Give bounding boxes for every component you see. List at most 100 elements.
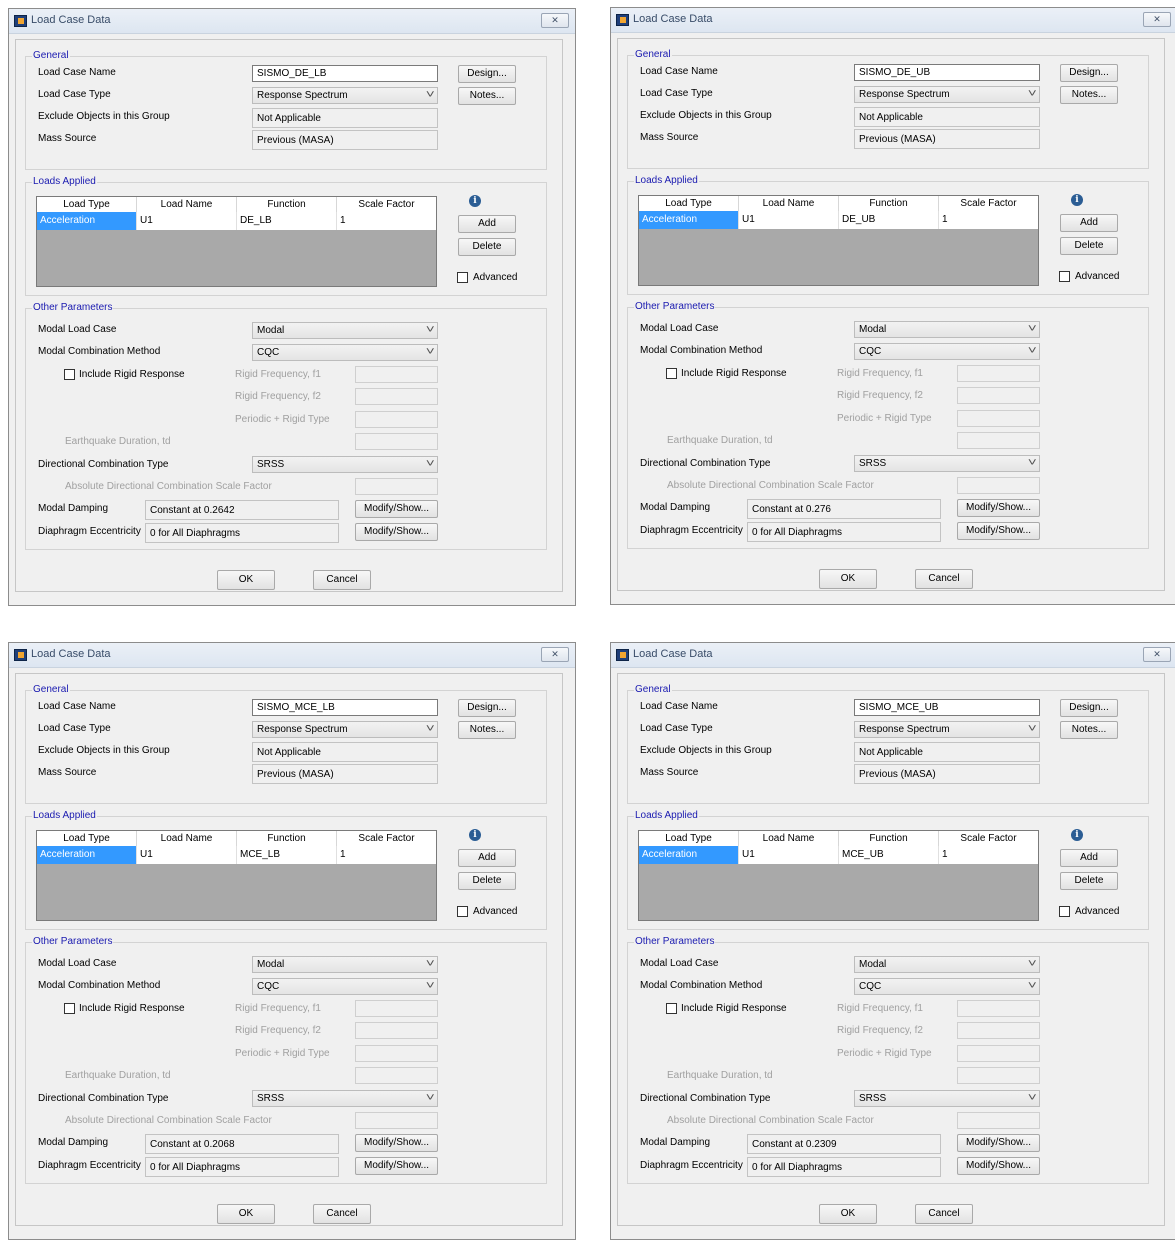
load-case-type-select[interactable]: Response Spectrum ˅ (854, 86, 1040, 103)
diaphragm-modify-button[interactable]: Modify/Show... (957, 1157, 1040, 1175)
include-rigid-checkbox[interactable] (666, 368, 677, 379)
ok-button[interactable]: OK (819, 569, 877, 589)
info-icon[interactable]: i (469, 195, 481, 207)
add-button[interactable]: Add (1060, 849, 1118, 867)
modal-load-case-select[interactable]: Modal ˅ (252, 322, 438, 339)
modal-load-case-select[interactable]: Modal ˅ (854, 321, 1040, 338)
modal-combination-select[interactable]: CQC ˅ (252, 344, 438, 361)
cell-load-type[interactable]: Acceleration (37, 212, 137, 230)
close-button[interactable]: ✕ (541, 647, 569, 662)
cell-scale-factor[interactable]: 1 (337, 846, 436, 864)
cell-scale-factor[interactable]: 1 (939, 211, 1038, 229)
close-button[interactable]: ✕ (1143, 12, 1171, 27)
design-button[interactable]: Design... (458, 699, 516, 717)
directional-combination-select[interactable]: SRSS ˅ (252, 1090, 438, 1107)
cell-load-type[interactable]: Acceleration (639, 211, 739, 229)
modal-damping-modify-button[interactable]: Modify/Show... (957, 499, 1040, 517)
info-icon[interactable]: i (1071, 829, 1083, 841)
modal-combination-select[interactable]: CQC ˅ (854, 978, 1040, 995)
delete-button[interactable]: Delete (1060, 872, 1118, 890)
load-case-name-input[interactable]: SISMO_DE_UB (854, 64, 1040, 81)
chevron-down-icon: ˅ (425, 89, 435, 101)
directional-combination-select[interactable]: SRSS ˅ (854, 1090, 1040, 1107)
close-button[interactable]: ✕ (541, 13, 569, 28)
cancel-button[interactable]: Cancel (915, 1204, 973, 1224)
notes-button[interactable]: Notes... (458, 87, 516, 105)
delete-button[interactable]: Delete (1060, 237, 1118, 255)
table-row[interactable]: Acceleration U1 DE_LB 1 (37, 212, 436, 230)
info-icon[interactable]: i (469, 829, 481, 841)
earthquake-duration-field (957, 1067, 1040, 1084)
column-header-load-type: Load Type (639, 831, 739, 846)
include-rigid-checkbox[interactable] (666, 1003, 677, 1014)
add-button[interactable]: Add (458, 215, 516, 233)
cell-scale-factor[interactable]: 1 (939, 846, 1038, 864)
modal-combination-select[interactable]: CQC ˅ (854, 343, 1040, 360)
design-button[interactable]: Design... (458, 65, 516, 83)
cell-load-name[interactable]: U1 (137, 212, 237, 230)
advanced-checkbox[interactable] (1059, 271, 1070, 282)
diaphragm-modify-button[interactable]: Modify/Show... (355, 523, 438, 541)
notes-button[interactable]: Notes... (458, 721, 516, 739)
design-button[interactable]: Design... (1060, 699, 1118, 717)
table-row[interactable]: Acceleration U1 MCE_LB 1 (37, 846, 436, 864)
mass-source-field: Previous (MASA) (252, 130, 438, 150)
chevron-down-icon: ˅ (425, 723, 435, 735)
mass-source-label: Mass Source (38, 767, 97, 778)
ok-button[interactable]: OK (217, 570, 275, 590)
load-case-name-input[interactable]: SISMO_MCE_UB (854, 699, 1040, 716)
notes-button[interactable]: Notes... (1060, 86, 1118, 104)
cell-load-type[interactable]: Acceleration (639, 846, 739, 864)
directional-combination-select[interactable]: SRSS ˅ (854, 455, 1040, 472)
cell-function[interactable]: DE_UB (839, 211, 939, 229)
cell-load-type[interactable]: Acceleration (37, 846, 137, 864)
modal-combination-value: CQC (859, 346, 882, 357)
general-group: General Load Case Name SISMO_MCE_LB Load… (25, 684, 547, 804)
directional-combination-select[interactable]: SRSS ˅ (252, 456, 438, 473)
design-button[interactable]: Design... (1060, 64, 1118, 82)
info-icon[interactable]: i (1071, 194, 1083, 206)
modal-damping-modify-button[interactable]: Modify/Show... (355, 1134, 438, 1152)
load-case-type-select[interactable]: Response Spectrum ˅ (854, 721, 1040, 738)
notes-button[interactable]: Notes... (1060, 721, 1118, 739)
cell-load-name[interactable]: U1 (137, 846, 237, 864)
modal-combination-select[interactable]: CQC ˅ (252, 978, 438, 995)
add-button[interactable]: Add (1060, 214, 1118, 232)
cell-scale-factor[interactable]: 1 (337, 212, 436, 230)
add-button[interactable]: Add (458, 849, 516, 867)
advanced-checkbox[interactable] (1059, 906, 1070, 917)
delete-button[interactable]: Delete (458, 872, 516, 890)
table-row[interactable]: Acceleration U1 DE_UB 1 (639, 211, 1038, 229)
cancel-button[interactable]: Cancel (313, 1204, 371, 1224)
cell-function[interactable]: MCE_UB (839, 846, 939, 864)
close-button[interactable]: ✕ (1143, 647, 1171, 662)
load-case-type-select[interactable]: Response Spectrum ˅ (252, 721, 438, 738)
ok-button[interactable]: OK (217, 1204, 275, 1224)
include-rigid-checkbox[interactable] (64, 1003, 75, 1014)
chevron-down-icon: ˅ (425, 324, 435, 336)
modal-damping-label: Modal Damping (640, 502, 711, 513)
advanced-checkbox[interactable] (457, 272, 468, 283)
modal-load-case-select[interactable]: Modal ˅ (854, 956, 1040, 973)
cell-load-name[interactable]: U1 (739, 211, 839, 229)
load-case-type-select[interactable]: Response Spectrum ˅ (252, 87, 438, 104)
diaphragm-modify-button[interactable]: Modify/Show... (355, 1157, 438, 1175)
table-row[interactable]: Acceleration U1 MCE_UB 1 (639, 846, 1038, 864)
ok-button[interactable]: OK (819, 1204, 877, 1224)
load-case-name-input[interactable]: SISMO_DE_LB (252, 65, 438, 82)
delete-button[interactable]: Delete (458, 238, 516, 256)
cancel-button[interactable]: Cancel (313, 570, 371, 590)
load-case-name-input[interactable]: SISMO_MCE_LB (252, 699, 438, 716)
modal-damping-modify-button[interactable]: Modify/Show... (355, 500, 438, 518)
modal-damping-modify-button[interactable]: Modify/Show... (957, 1134, 1040, 1152)
cell-function[interactable]: MCE_LB (237, 846, 337, 864)
cancel-button[interactable]: Cancel (915, 569, 973, 589)
include-rigid-checkbox[interactable] (64, 369, 75, 380)
cell-load-name[interactable]: U1 (739, 846, 839, 864)
diaphragm-modify-button[interactable]: Modify/Show... (957, 522, 1040, 540)
cell-function[interactable]: DE_LB (237, 212, 337, 230)
exclude-objects-label: Exclude Objects in this Group (640, 745, 772, 756)
advanced-checkbox[interactable] (457, 906, 468, 917)
modal-load-case-select[interactable]: Modal ˅ (252, 956, 438, 973)
load-case-type-value: Response Spectrum (859, 724, 950, 735)
